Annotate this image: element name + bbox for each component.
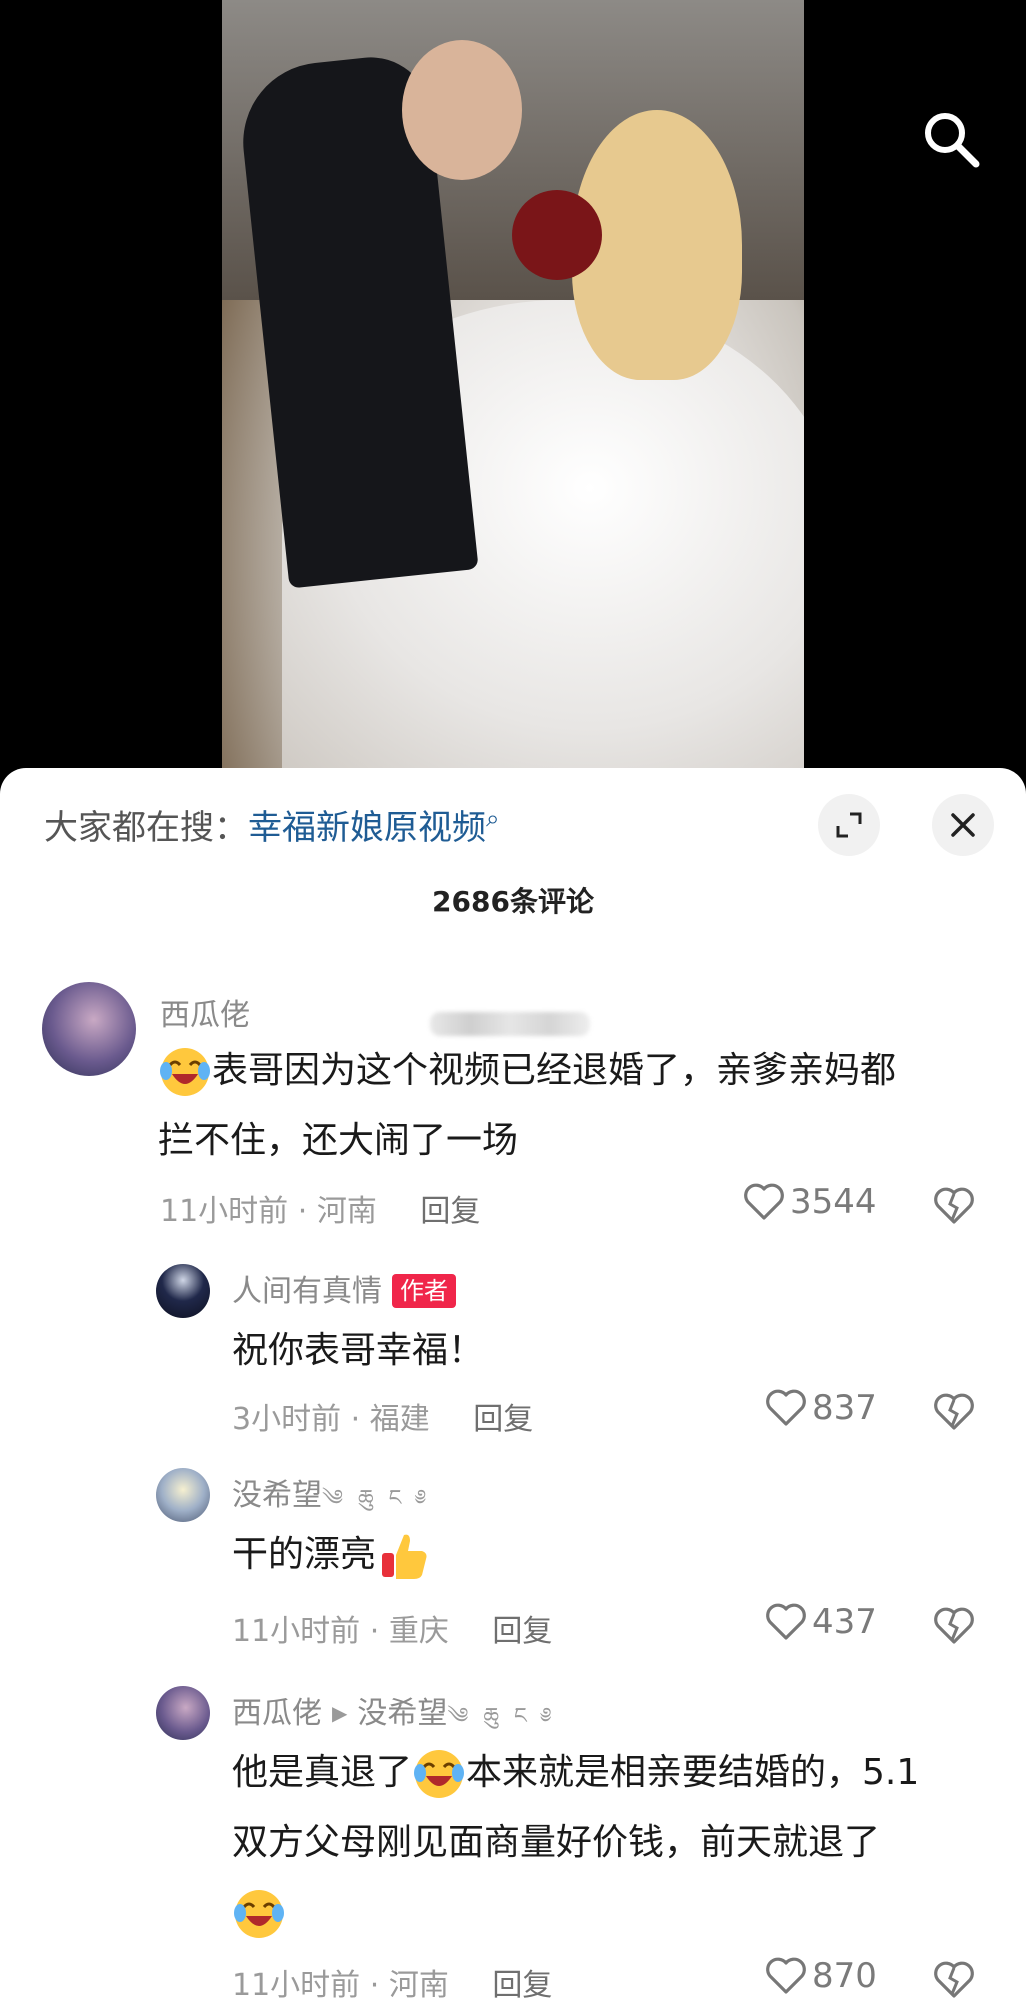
comment-location: 河南 (388, 1968, 449, 2003)
reply-arrow-icon: ▶ (332, 1701, 348, 1725)
laughing-crying-emoji (414, 1750, 465, 1798)
comment-time: 11小时前 (232, 1614, 361, 1649)
avatar[interactable] (156, 1264, 210, 1318)
username-text[interactable]: 人间有真情 (232, 1274, 382, 1309)
reply-button[interactable]: 回复 (492, 1614, 552, 1649)
heart-icon (766, 1603, 806, 1640)
comment-text: 表哥因为这个视频已经退婚了，亲爹亲妈都 拦不住，还大闹了一场 (158, 1036, 988, 1176)
comment-time: 11小时前 (160, 1194, 289, 1229)
comment-text-line2: 拦不住，还大闹了一场 (158, 1120, 519, 1161)
heart-icon (766, 1389, 806, 1426)
meta-separator: · (369, 1968, 380, 2003)
comment-time: 3小时前 (232, 1402, 342, 1437)
comment-text: 干的漂亮 (232, 1520, 430, 1590)
meta-separator: · (369, 1614, 380, 1649)
reply-to-username[interactable]: 没希望 (357, 1696, 447, 1731)
thumbs-up-emoji (382, 1534, 427, 1579)
comment-line (232, 1878, 1002, 1948)
blurred-content (430, 1012, 590, 1036)
reply-button[interactable]: 回复 (420, 1194, 480, 1229)
reply-button[interactable]: 回复 (492, 1968, 552, 2003)
video-frame[interactable] (222, 0, 804, 770)
comment-meta: 11小时前 · 河南 回复 (232, 1960, 552, 2004)
heart-icon (744, 1183, 784, 1220)
comment-location: 重庆 (388, 1614, 449, 1649)
comment-time: 11小时前 (232, 1968, 361, 2003)
comment-text-body: 干的漂亮 (232, 1534, 377, 1575)
video-player[interactable] (0, 0, 1026, 780)
username-suffix: ༄ ཆུ ང ༅ (322, 1486, 431, 1511)
avatar[interactable] (42, 982, 136, 1076)
meta-separator: · (350, 1402, 361, 1437)
like-button[interactable]: 437 (764, 1600, 877, 1644)
like-button[interactable]: 870 (764, 1954, 877, 1998)
broken-heart-icon[interactable] (932, 1184, 976, 1228)
like-button[interactable]: 3544 (742, 1180, 877, 1224)
like-button[interactable]: 837 (764, 1386, 877, 1430)
comment-sheet: 大家都在搜：幸福新娘原视频⌕ 2686条评论 西瓜佬 表哥因为这个视频已经退婚了… (0, 768, 1026, 2008)
comment-text: 他是真退了 本来就是相亲要结婚的，5.1 双方父母刚见面商量好价钱，前天就退了 (232, 1738, 1002, 1948)
comment-item: 西瓜佬 表哥因为这个视频已经退婚了，亲爹亲妈都 拦不住，还大闹了一场 11小时前… (0, 768, 1026, 1230)
comment-line: 表哥因为这个视频已经退婚了，亲爹亲妈都 (158, 1036, 988, 1106)
author-badge: 作者 (392, 1274, 456, 1308)
like-count: 870 (812, 1956, 877, 1996)
reply-button[interactable]: 回复 (473, 1402, 533, 1437)
comment-location: 福建 (369, 1402, 430, 1437)
groom-head (402, 40, 522, 180)
comment-meta: 11小时前 · 重庆 回复 (232, 1606, 552, 1650)
comment-meta: 11小时前 · 河南 回复 (160, 1186, 480, 1230)
broken-heart-icon[interactable] (932, 1604, 976, 1648)
username[interactable]: 人间有真情 作者 (232, 1266, 456, 1310)
comment-text-line2: 双方父母刚见面商量好价钱，前天就退了 (232, 1822, 881, 1863)
username-text[interactable]: 没希望 (232, 1478, 322, 1513)
search-icon[interactable] (920, 108, 982, 170)
username[interactable]: 西瓜佬 (160, 990, 250, 1034)
comment-text: 祝你表哥幸福！ (232, 1330, 485, 1371)
reply-to-suffix: ༄ ཆུ ང ༅ (447, 1704, 556, 1729)
like-count: 437 (812, 1602, 877, 1642)
username-text[interactable]: 西瓜佬 (232, 1696, 322, 1731)
comment-line: 他是真退了 本来就是相亲要结婚的，5.1 (232, 1738, 1002, 1808)
avatar[interactable] (156, 1686, 210, 1740)
comment-location: 河南 (316, 1194, 377, 1229)
laughing-crying-emoji (234, 1890, 284, 1938)
like-count: 3544 (790, 1182, 877, 1222)
bouquet (512, 190, 602, 280)
like-count: 837 (812, 1388, 877, 1428)
broken-heart-icon[interactable] (932, 1390, 976, 1434)
comment-meta: 3小时前 · 福建 回复 (232, 1394, 533, 1438)
comment-text-part2: 本来就是相亲要结婚的，5.1 (466, 1752, 920, 1793)
broken-heart-icon[interactable] (932, 1958, 976, 2002)
comment-text-line1: 表哥因为这个视频已经退婚了，亲爹亲妈都 (212, 1050, 897, 1091)
avatar[interactable] (156, 1468, 210, 1522)
comment-text-part1: 他是真退了 (232, 1752, 413, 1793)
heart-icon (766, 1957, 806, 1994)
laughing-crying-emoji (160, 1048, 210, 1096)
meta-separator: · (297, 1194, 308, 1229)
